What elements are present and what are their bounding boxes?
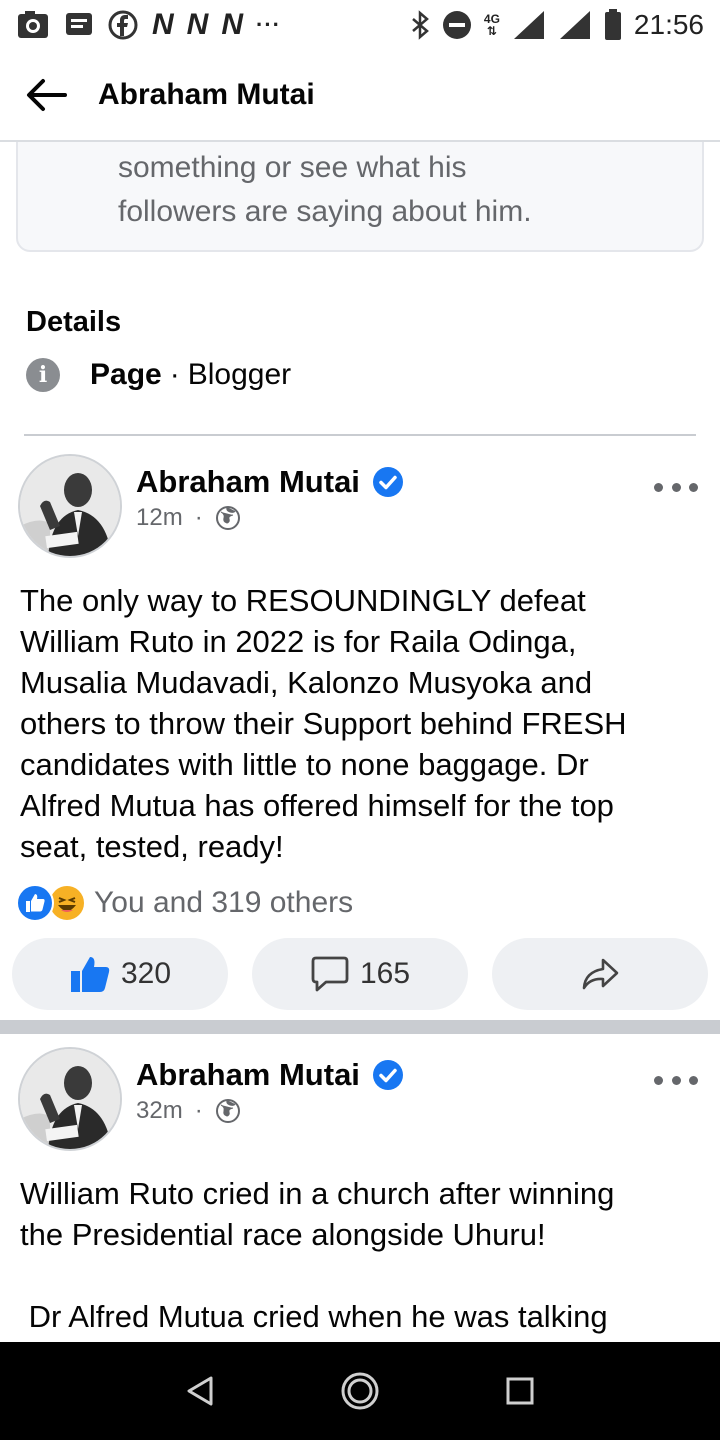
reactions-count-text: You and 319 others — [94, 886, 354, 919]
divider — [24, 434, 696, 436]
page-category: Blogger — [187, 358, 292, 391]
post-actions: 320 165 — [12, 938, 708, 1010]
do-not-disturb-icon — [442, 10, 472, 40]
like-count: 320 — [120, 957, 172, 990]
comment-count: 165 — [359, 957, 411, 990]
notification-n-icon: N — [152, 8, 174, 41]
post-timestamp[interactable]: 12m — [136, 504, 183, 532]
battery-icon — [604, 9, 622, 41]
post-options-button[interactable] — [654, 1065, 698, 1095]
nav-back-button[interactable] — [170, 1361, 230, 1421]
more-dot — [654, 482, 663, 492]
bluetooth-icon — [410, 10, 430, 40]
screenshot-icon — [16, 10, 50, 40]
post-author[interactable]: Abraham Mutai — [136, 1057, 404, 1093]
avatar[interactable] — [18, 454, 122, 558]
more-notifications-indicator: ··· — [256, 12, 281, 37]
home-circle-icon — [341, 1372, 379, 1410]
back-button[interactable] — [0, 49, 92, 141]
avatar[interactable] — [18, 1047, 122, 1151]
notification-n-icon: N — [221, 8, 243, 41]
post-options-button[interactable] — [654, 472, 698, 502]
meta-separator: · — [194, 504, 203, 531]
post-meta: 12m · — [136, 504, 241, 532]
separator: · — [169, 358, 180, 391]
system-nav-bar — [0, 1342, 720, 1440]
page-title: Abraham Mutai — [98, 78, 315, 111]
back-arrow-icon — [27, 79, 67, 111]
meta-separator: · — [194, 1097, 203, 1124]
like-button[interactable]: 320 — [12, 938, 228, 1010]
like-reaction-icon — [16, 884, 54, 922]
app-header: Abraham Mutai — [0, 50, 720, 142]
signal-icon — [512, 9, 546, 41]
comment-icon — [311, 956, 349, 992]
notification-n-icon: N — [186, 8, 209, 41]
network-type: 4G ⇅ — [483, 12, 500, 38]
reactions-summary[interactable]: You and 319 others — [16, 884, 353, 922]
page-type-label: Page — [90, 358, 162, 391]
info-icon: i — [26, 358, 60, 392]
nav-recents-button[interactable] — [490, 1361, 550, 1421]
comment-button[interactable]: 165 — [252, 938, 468, 1010]
message-icon — [64, 11, 94, 39]
post-author[interactable]: Abraham Mutai — [136, 464, 404, 500]
share-button[interactable] — [492, 938, 708, 1010]
signal-icon — [558, 9, 592, 41]
about-text: something or see what his followers are … — [118, 151, 532, 228]
more-dot — [689, 1075, 698, 1085]
clock: 21:56 — [633, 9, 704, 40]
more-dot — [689, 482, 698, 492]
post-text: William Ruto cried in a church after win… — [20, 1176, 615, 1334]
square-recents-icon — [506, 1377, 534, 1405]
post-text: The only way to RESOUNDINGLY defeat Will… — [20, 583, 627, 864]
triangle-back-icon — [187, 1376, 213, 1406]
verified-badge-icon — [372, 467, 403, 497]
post-timestamp[interactable]: 32m — [136, 1097, 183, 1125]
facebook-icon — [108, 10, 138, 40]
details-heading: Details — [26, 306, 122, 338]
more-dot — [671, 1075, 681, 1085]
nav-home-button[interactable] — [330, 1361, 390, 1421]
share-icon — [582, 958, 619, 990]
about-card: something or see what his followers are … — [16, 142, 704, 252]
feed-content[interactable]: something or see what his followers are … — [0, 142, 720, 1342]
verified-badge-icon — [372, 1060, 403, 1090]
feed-divider — [0, 1020, 720, 1034]
details-row: i Page · Blogger — [26, 358, 291, 392]
thumbs-up-icon — [70, 957, 110, 992]
globe-icon — [215, 506, 240, 530]
status-bar: N N N ··· 4G ⇅ 21:56 — [0, 0, 720, 50]
more-dot — [654, 1075, 663, 1085]
more-dot — [671, 482, 681, 492]
globe-icon — [215, 1099, 240, 1123]
post-meta: 32m · — [136, 1097, 241, 1125]
